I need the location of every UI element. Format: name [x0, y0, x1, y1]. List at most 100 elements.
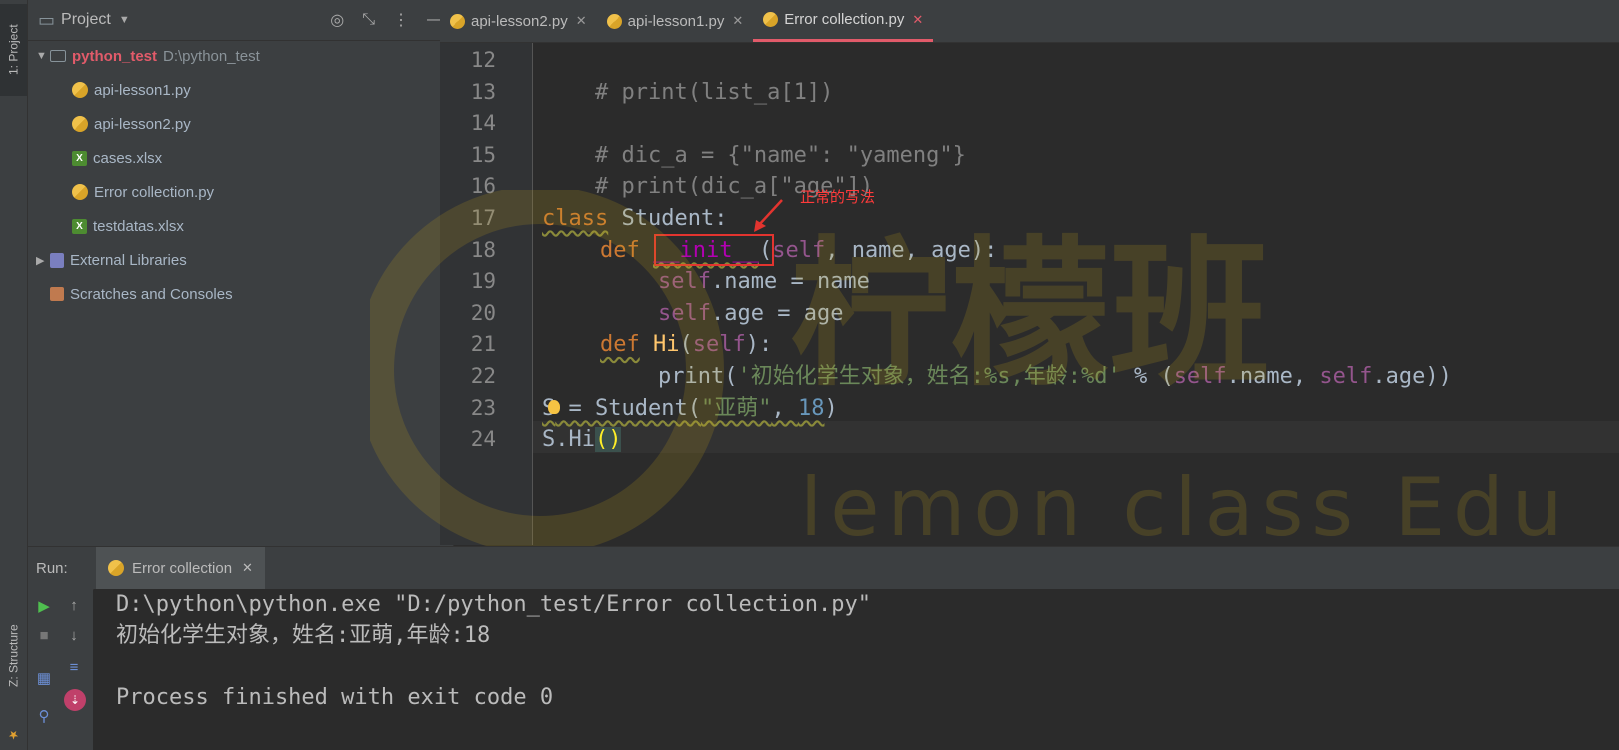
code-token: = Student(: [555, 395, 701, 421]
line-number: 21: [470, 332, 496, 357]
root-folder-name: python_test: [72, 47, 158, 65]
down-arrow-icon[interactable]: ↓: [64, 627, 84, 644]
root-folder-path: D:\python_test: [163, 47, 260, 65]
line-number: 19: [470, 269, 496, 294]
code-line-15: # print(dic_a["age"]): [542, 140, 873, 199]
file-name: Error collection.py: [94, 183, 215, 201]
tree-root[interactable]: ▼ python_test D:\python_test: [36, 41, 260, 71]
tree-file[interactable]: X testdatas.xlsx: [72, 211, 184, 241]
project-title[interactable]: Project: [61, 11, 111, 29]
tab-label: Error collection.py: [784, 11, 905, 28]
up-arrow-icon[interactable]: ↑: [64, 597, 84, 614]
console-line: Process finished with exit code 0: [116, 685, 554, 710]
code-token: .age = age: [710, 300, 844, 326]
python-file-icon: [606, 13, 622, 29]
run-tab[interactable]: Error collection ✕: [96, 547, 265, 589]
excel-file-icon: X: [72, 218, 87, 234]
layout-icon[interactable]: ▦: [34, 669, 54, 687]
file-name: cases.xlsx: [93, 149, 163, 167]
dump-threads-icon[interactable]: ⇣: [64, 689, 86, 711]
tab-api-lesson1[interactable]: api-lesson1.py ✕: [597, 0, 754, 42]
code-token: (): [594, 427, 622, 453]
project-toolbar: ◎ ⤡ ⋮ —: [330, 0, 443, 40]
code-line-12: # print(list_a[1]): [542, 45, 833, 105]
favorites-tool-tab[interactable]: ★: [0, 720, 27, 750]
run-label: Run:: [36, 559, 68, 577]
tab-api-lesson2[interactable]: api-lesson2.py ✕: [440, 0, 597, 42]
tree-scratches[interactable]: Scratches and Consoles: [50, 279, 233, 309]
run-toolbar: ▶ ↑ ■ ↓ ≡ ▦ ⇣ ⚲: [28, 589, 93, 750]
run-panel-header: Run: Error collection ✕: [28, 546, 1619, 590]
line-number: 14: [470, 111, 496, 136]
file-name: testdatas.xlsx: [93, 217, 184, 235]
code-line-21: def Hi(self):: [600, 329, 772, 361]
code-editor[interactable]: 12 13 14 15 16 17 18 19 20 21 22 23 24 #…: [440, 43, 1619, 545]
soft-wrap-icon[interactable]: ≡: [64, 659, 84, 676]
code-line-22: print('初始化学生对象，姓名:%s,年龄:%d' % (self.name…: [658, 361, 1452, 393]
code-token: class: [542, 206, 609, 231]
run-console-output[interactable]: D:\python\python.exe "D:/python_test/Err…: [94, 589, 1619, 750]
project-header: ▭ Project ▼ ◎ ⤡ ⋮ —: [28, 0, 453, 41]
annotation-arrow: [754, 199, 783, 232]
code-token: self: [1173, 364, 1227, 389]
tab-error-collection[interactable]: Error collection.py ✕: [753, 0, 934, 42]
code-token: self: [658, 269, 711, 295]
line-number: 15: [470, 142, 496, 167]
code-token: .name = name: [710, 269, 870, 295]
code-token: self: [692, 332, 746, 358]
code-token: Hi: [653, 332, 680, 358]
code-token: .age)): [1372, 364, 1452, 389]
python-file-icon: [72, 82, 88, 98]
scratches-label: Scratches and Consoles: [70, 285, 233, 303]
tree-file[interactable]: X cases.xlsx: [72, 143, 162, 173]
file-name: api-lesson2.py: [94, 115, 191, 133]
tree-file[interactable]: Error collection.py: [72, 177, 214, 207]
line-number: 24: [470, 427, 496, 452]
code-token: % (: [1120, 364, 1174, 389]
tab-label: api-lesson2.py: [471, 12, 568, 30]
project-panel: ▭ Project ▼ ◎ ⤡ ⋮ — ▼ python_test D:\pyt…: [28, 0, 454, 568]
code-line-23: S = Student("亚萌", 18): [542, 393, 838, 425]
structure-tool-tab-label: Z: Structure: [6, 624, 21, 688]
more-options-icon[interactable]: ⋮: [393, 10, 409, 30]
line-number: 13: [470, 79, 496, 104]
stop-icon[interactable]: ■: [34, 627, 54, 644]
code-token: (: [679, 332, 693, 358]
close-icon[interactable]: ✕: [242, 560, 253, 576]
code-token: .name,: [1226, 364, 1320, 389]
collapse-icon[interactable]: ⤡: [362, 11, 375, 29]
python-file-icon: [763, 12, 779, 27]
tree-external-libraries[interactable]: ▶ External Libraries: [36, 245, 187, 275]
python-file-icon: [72, 116, 88, 132]
left-tool-strip: 1: Project Z: Structure ★: [0, 0, 28, 750]
file-name: api-lesson1.py: [94, 81, 191, 99]
gutter-divider: [532, 43, 533, 545]
tab-label: api-lesson1.py: [627, 12, 725, 30]
code-token: S.Hi: [542, 427, 595, 453]
pin-icon[interactable]: ⚲: [34, 707, 54, 725]
close-icon[interactable]: ✕: [576, 13, 587, 29]
rerun-icon[interactable]: ▶: [34, 597, 54, 615]
code-token: , name, age):: [825, 237, 998, 263]
python-file-icon: [450, 13, 465, 29]
close-icon[interactable]: ✕: [732, 13, 743, 29]
structure-tool-tab[interactable]: Z: Structure: [0, 610, 27, 702]
tree-file[interactable]: api-lesson1.py: [72, 75, 191, 105]
lightbulb-icon[interactable]: [548, 400, 560, 414]
console-line: D:\python\python.exe "D:/python_test/Err…: [116, 592, 871, 617]
annotation-highlight-box: [654, 234, 774, 266]
close-icon[interactable]: ✕: [912, 12, 923, 28]
code-token: self: [772, 237, 826, 263]
tree-file[interactable]: api-lesson2.py: [72, 109, 191, 139]
chevron-right-icon[interactable]: ▶: [36, 254, 50, 267]
python-file-icon: [72, 184, 88, 200]
python-file-icon: [108, 560, 124, 576]
excel-file-icon: X: [72, 150, 87, 166]
code-token: ,: [771, 395, 798, 421]
line-number: 17: [470, 206, 496, 230]
project-tool-tab[interactable]: 1: Project: [0, 4, 27, 96]
line-number: 22: [470, 364, 496, 388]
chevron-down-icon[interactable]: ▼: [36, 50, 50, 62]
locate-icon[interactable]: ◎: [330, 10, 344, 30]
chevron-down-icon[interactable]: ▼: [119, 14, 130, 26]
